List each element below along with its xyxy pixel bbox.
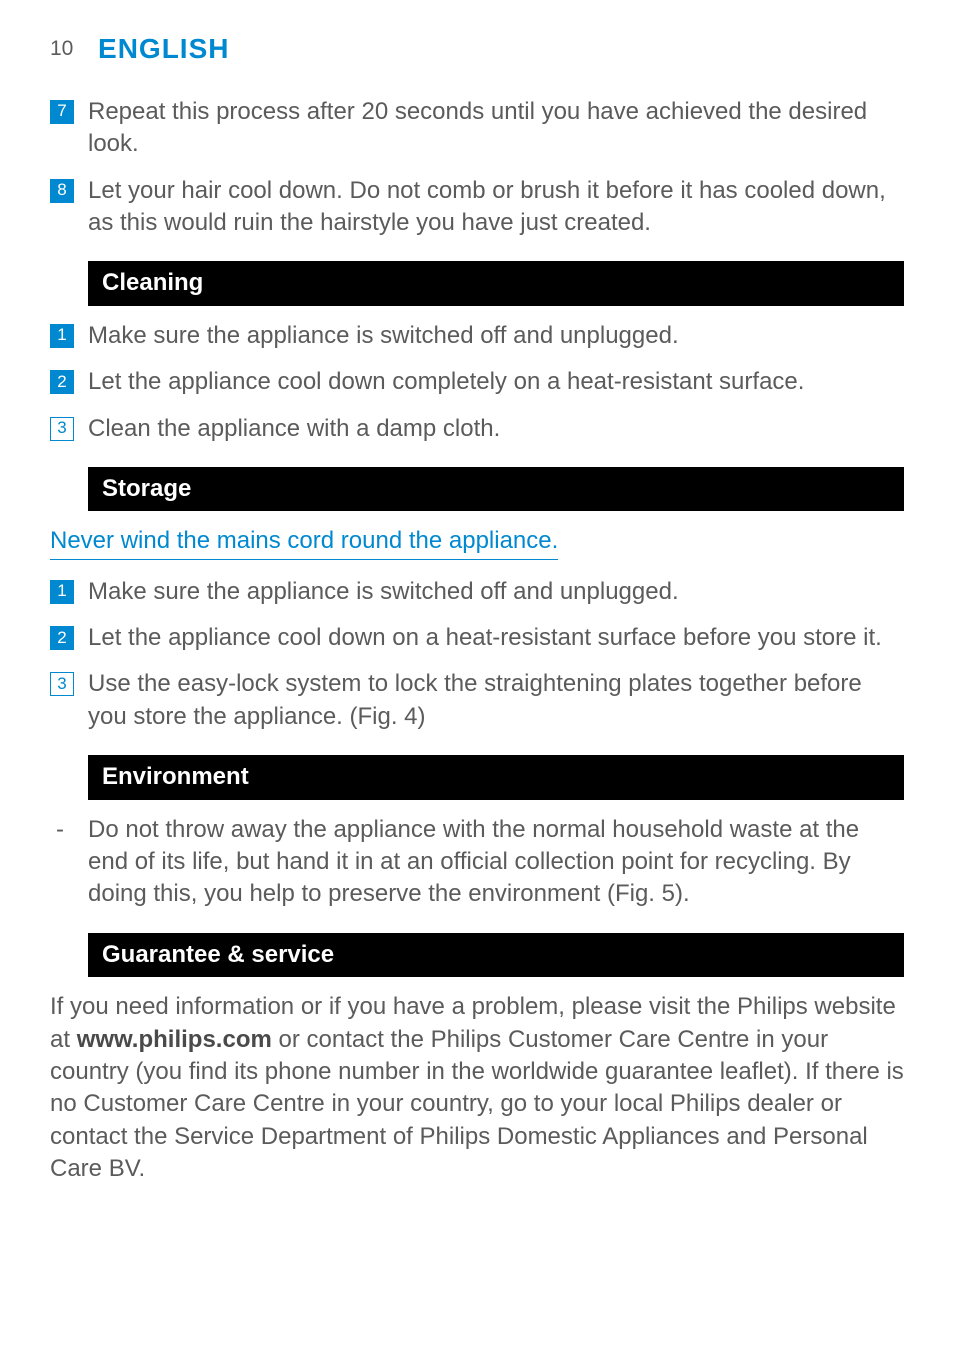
step-number: 1 (50, 324, 74, 348)
guarantee-url: www.philips.com (77, 1026, 272, 1053)
step-item: 7 Repeat this process after 20 seconds un… (50, 96, 904, 161)
step-number: 3 (50, 672, 74, 696)
cleaning-steps: 1 Make sure the appliance is switched off… (50, 320, 904, 445)
page-header: 10 ENGLISH (50, 30, 904, 68)
guarantee-paragraph: If you need information or if you have a… (50, 991, 904, 1185)
step-text: Use the easy-lock system to lock the str… (88, 668, 904, 733)
bullet-text: Do not throw away the appliance with the… (88, 814, 904, 911)
step-text: Let the appliance cool down on a heat-re… (88, 622, 904, 654)
storage-note: Never wind the mains cord round the appl… (50, 525, 558, 559)
section-guarantee-header: Guarantee & service (88, 933, 904, 977)
bullet-dash: - (50, 814, 88, 846)
step-number: 2 (50, 370, 74, 394)
section-environment-header: Environment (88, 755, 904, 799)
step-text: Let the appliance cool down completely o… (88, 366, 904, 398)
step-number: 3 (50, 417, 74, 441)
step-number: 2 (50, 626, 74, 650)
storage-steps: 1 Make sure the appliance is switched off… (50, 576, 904, 734)
step-item: 3 Use the easy-lock system to lock the st… (50, 668, 904, 733)
step-text: Repeat this process after 20 seconds unt… (88, 96, 904, 161)
step-item: 8 Let your hair cool down. Do not comb or… (50, 175, 904, 240)
step-item: 1 Make sure the appliance is switched off… (50, 576, 904, 608)
step-item: 1 Make sure the appliance is switched off… (50, 320, 904, 352)
section-storage-header: Storage (88, 467, 904, 511)
storage-note-wrap: Never wind the mains cord round the appl… (50, 525, 904, 575)
language-title: ENGLISH (98, 33, 229, 64)
step-text: Make sure the appliance is switched off … (88, 576, 904, 608)
page-number: 10 (50, 37, 73, 60)
step-text: Make sure the appliance is switched off … (88, 320, 904, 352)
intro-steps: 7 Repeat this process after 20 seconds un… (50, 96, 904, 240)
section-cleaning-header: Cleaning (88, 261, 904, 305)
bullet-item: -Do not throw away the appliance with th… (50, 814, 904, 911)
step-item: 2 Let the appliance cool down completely … (50, 366, 904, 398)
step-number: 8 (50, 179, 74, 203)
environment-bullets: -Do not throw away the appliance with th… (50, 814, 904, 911)
step-text: Let your hair cool down. Do not comb or … (88, 175, 904, 240)
step-item: 3 Clean the appliance with a damp cloth. (50, 413, 904, 445)
step-number: 7 (50, 100, 74, 124)
step-number: 1 (50, 580, 74, 604)
step-text: Clean the appliance with a damp cloth. (88, 413, 904, 445)
step-item: 2 Let the appliance cool down on a heat-r… (50, 622, 904, 654)
